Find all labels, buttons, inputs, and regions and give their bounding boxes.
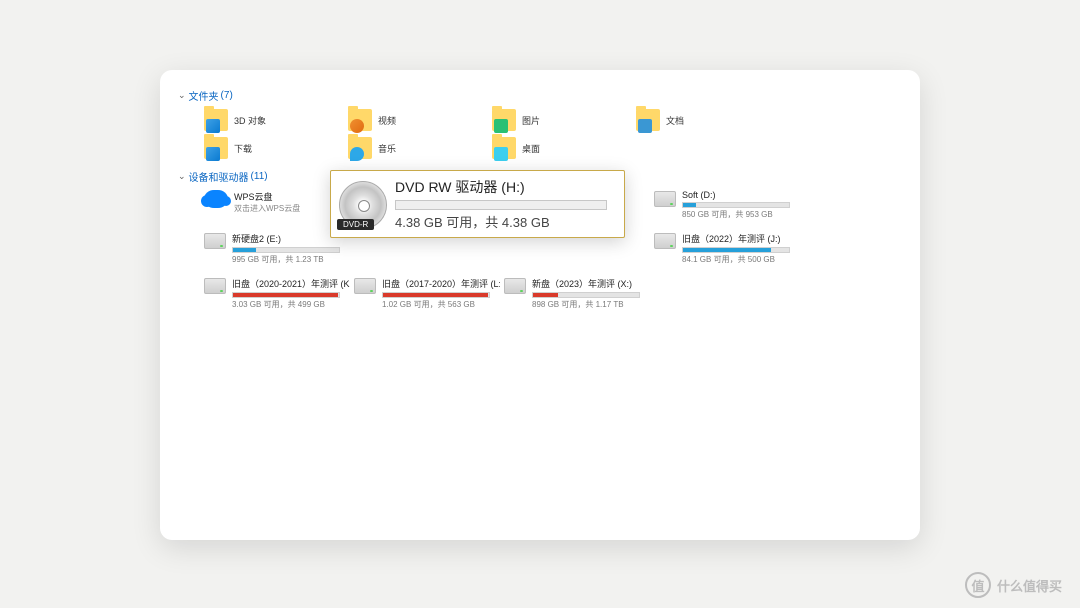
hdd-icon bbox=[654, 191, 676, 207]
drive-stats: 84.1 GB 可用，共 500 GB bbox=[682, 254, 800, 265]
drive-soft-d[interactable]: Soft (D:) 850 GB 可用，共 953 GB bbox=[654, 190, 800, 220]
watermark: 值 什么值得买 bbox=[965, 572, 1062, 598]
drive-title: 旧盘（2022）年测评 (J:) bbox=[682, 232, 800, 245]
drive-stats: 1.02 GB 可用，共 563 GB bbox=[382, 299, 500, 310]
drive-title: 旧盘（2017-2020）年测评 (L:) bbox=[382, 277, 500, 290]
folders-section-count: (7) bbox=[221, 90, 233, 101]
folder-documents[interactable]: 文档 bbox=[636, 109, 776, 131]
watermark-icon: 值 bbox=[965, 572, 991, 598]
folder-label: 文档 bbox=[666, 114, 684, 127]
drive-stats: 4.38 GB 可用，共 4.38 GB bbox=[395, 212, 614, 231]
folder-label: 图片 bbox=[522, 114, 540, 127]
folder-videos[interactable]: 视频 bbox=[348, 109, 488, 131]
folder-icon bbox=[492, 137, 516, 159]
folder-icon bbox=[348, 109, 372, 131]
chevron-down-icon: ⌄ bbox=[178, 171, 186, 182]
hdd-icon bbox=[504, 278, 526, 294]
drive-old2022-j[interactable]: 旧盘（2022）年测评 (J:) 84.1 GB 可用，共 500 GB bbox=[654, 232, 800, 265]
drive-title: 旧盘（2020-2021）年测评 (K:) bbox=[232, 277, 350, 290]
folders-section-header[interactable]: ⌄ 文件夹 (7) bbox=[178, 88, 902, 103]
drive-stats: 995 GB 可用，共 1.23 TB bbox=[232, 254, 350, 265]
drive-new2-e[interactable]: 新硬盘2 (E:) 995 GB 可用，共 1.23 TB bbox=[204, 232, 350, 265]
cloud-icon bbox=[204, 190, 228, 208]
folder-label: 视频 bbox=[378, 114, 396, 127]
drive-stats: 898 GB 可用，共 1.17 TB bbox=[532, 299, 650, 310]
folder-label: 桌面 bbox=[522, 142, 540, 155]
hdd-icon bbox=[354, 278, 376, 294]
chevron-down-icon: ⌄ bbox=[178, 90, 186, 101]
drive-title: 新盘（2023）年测评 (X:) bbox=[532, 277, 650, 290]
drive-stats: 3.03 GB 可用，共 499 GB bbox=[232, 299, 350, 310]
folder-icon bbox=[636, 109, 660, 131]
folder-desktop[interactable]: 桌面 bbox=[492, 137, 632, 159]
drive-old1720-l[interactable]: 旧盘（2017-2020）年测评 (L:) 1.02 GB 可用，共 563 G… bbox=[354, 277, 500, 310]
folder-icon bbox=[348, 137, 372, 159]
drives-section-count: (11) bbox=[251, 171, 268, 182]
drive-title: DVD RW 驱动器 (H:) bbox=[395, 177, 614, 197]
folders-section-label: 文件夹 bbox=[189, 88, 219, 103]
disc-badge: DVD-R bbox=[337, 219, 374, 230]
capacity-bar bbox=[382, 292, 490, 298]
capacity-bar bbox=[232, 292, 340, 298]
folder-music[interactable]: 音乐 bbox=[348, 137, 488, 159]
folder-downloads[interactable]: 下载 bbox=[204, 137, 344, 159]
drive-wps-cloud[interactable]: WPS云盘 双击进入WPS云盘 bbox=[204, 190, 350, 214]
drive-dvd-h-tooltip[interactable]: DVD-R DVD RW 驱动器 (H:) 4.38 GB 可用，共 4.38 … bbox=[330, 170, 625, 238]
drive-old2021-k[interactable]: 旧盘（2020-2021）年测评 (K:) 3.03 GB 可用，共 499 G… bbox=[204, 277, 350, 310]
capacity-bar bbox=[395, 200, 607, 210]
folder-icon bbox=[204, 137, 228, 159]
hdd-icon bbox=[204, 278, 226, 294]
drive-stats: 850 GB 可用，共 953 GB bbox=[682, 209, 800, 220]
folder-label: 3D 对象 bbox=[234, 114, 266, 127]
folder-pictures[interactable]: 图片 bbox=[492, 109, 632, 131]
folder-3d-objects[interactable]: 3D 对象 bbox=[204, 109, 344, 131]
folder-label: 下载 bbox=[234, 142, 252, 155]
capacity-bar bbox=[232, 247, 340, 253]
hdd-icon bbox=[654, 233, 676, 249]
drive-new23-x[interactable]: 新盘（2023）年测评 (X:) 898 GB 可用，共 1.17 TB bbox=[504, 277, 650, 310]
explorer-window: ⌄ 文件夹 (7) 3D 对象 视频 图片 文档 下载 音乐 bbox=[160, 70, 920, 540]
drive-title: Soft (D:) bbox=[682, 190, 800, 200]
hdd-icon bbox=[204, 233, 226, 249]
drives-section-label: 设备和驱动器 bbox=[189, 169, 249, 184]
folder-icon bbox=[492, 109, 516, 131]
capacity-bar bbox=[532, 292, 640, 298]
capacity-bar bbox=[682, 247, 790, 253]
folders-grid: 3D 对象 视频 图片 文档 下载 音乐 桌面 bbox=[204, 109, 902, 159]
watermark-text: 什么值得买 bbox=[997, 576, 1062, 595]
capacity-bar bbox=[682, 202, 790, 208]
folder-icon bbox=[204, 109, 228, 131]
folder-label: 音乐 bbox=[378, 142, 396, 155]
